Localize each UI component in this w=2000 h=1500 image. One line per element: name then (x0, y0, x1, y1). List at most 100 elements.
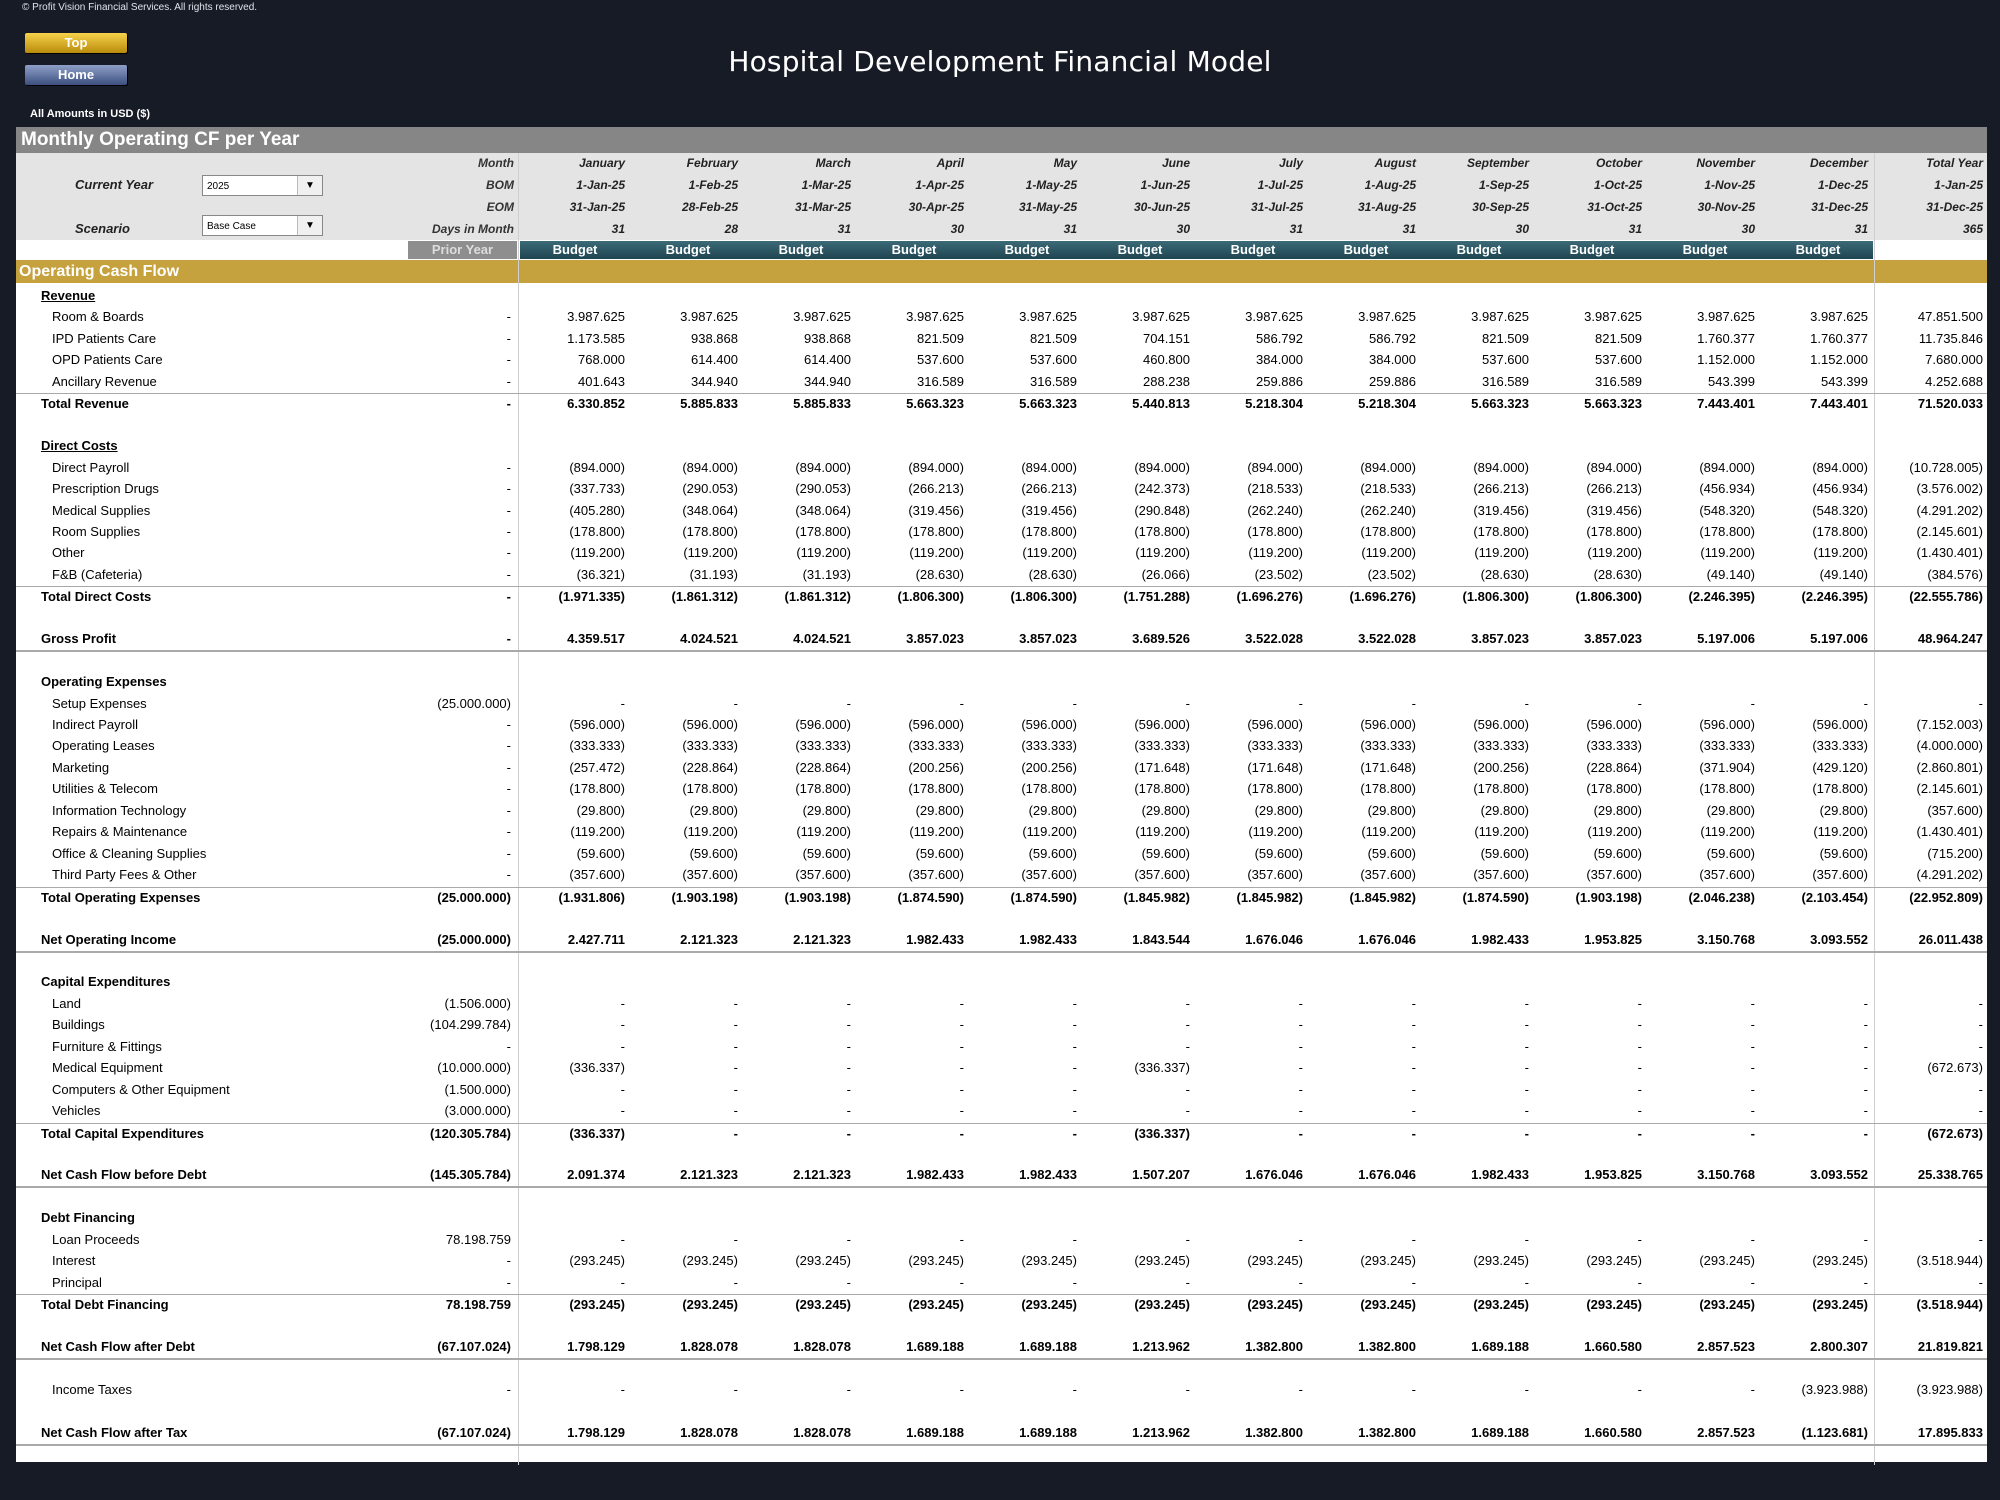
month-cell: 259.886 (1256, 373, 1303, 389)
total-year-cell: - (1978, 1103, 1983, 1119)
month-cell: (548.320) (1812, 502, 1868, 518)
month-cell: - (620, 695, 625, 711)
row-label: Prescription Drugs (52, 481, 159, 497)
prior-year-cell: - (506, 824, 511, 840)
month-cell: 3.987.625 (1358, 309, 1416, 325)
month-cell: (333.333) (1473, 738, 1529, 754)
blank-row (16, 908, 1987, 929)
days-header-cell: 31 (1402, 222, 1416, 236)
eom-header-cell: 30-Sep-25 (1472, 200, 1529, 214)
month-cell: (178.800) (1473, 523, 1529, 539)
month-cell: - (1411, 1381, 1416, 1397)
month-cell: - (1411, 1103, 1416, 1119)
month-cell: - (1298, 1038, 1303, 1054)
month-cell: (59.600) (1028, 845, 1077, 861)
month-cell: (1.845.982) (1236, 889, 1304, 905)
table-row: Repairs & Maintenance - (119.200) (119.200)… (16, 822, 1987, 843)
month-cell: (336.337) (1134, 1060, 1190, 1076)
prior-year-cell: (25.000.000) (437, 889, 511, 905)
month-cell: (119.200) (1361, 824, 1416, 840)
chevron-down-icon[interactable]: ▼ (297, 176, 322, 195)
current-year-select[interactable]: 2025 ▼ (202, 175, 323, 196)
month-cell: - (1411, 995, 1416, 1011)
month-cell: (31.193) (689, 566, 738, 582)
table-row: Medical Supplies - (405.280) (348.064) (348.… (16, 501, 1987, 522)
month-cell: (336.337) (569, 1125, 625, 1141)
month-cell: (119.200) (1022, 824, 1077, 840)
month-cell: (1.845.982) (1349, 889, 1417, 905)
month-cell: (29.800) (1141, 802, 1190, 818)
months-header-cell: April (936, 156, 964, 170)
row-label: Land (52, 995, 81, 1011)
month-row-label: Month (478, 156, 514, 170)
month-cell: 2.121.323 (680, 1167, 738, 1183)
month-cell: 1.382.800 (1358, 1339, 1416, 1355)
month-cell: (333.333) (1699, 738, 1755, 754)
month-cell: (290.053) (682, 481, 738, 497)
month-cell: - (846, 1038, 851, 1054)
month-cell: 704.151 (1143, 330, 1190, 346)
month-cell: (1.845.982) (1123, 889, 1191, 905)
row-label: Office & Cleaning Supplies (52, 845, 207, 861)
operating-cash-flow-header: Operating Cash Flow (16, 260, 1987, 283)
chevron-down-icon[interactable]: ▼ (297, 216, 322, 235)
table-row: Computers & Other Equipment (1.500.000) - -… (16, 1080, 1987, 1101)
month-cell: 6.330.852 (567, 396, 625, 412)
month-cell: 1.828.078 (793, 1339, 851, 1355)
month-cell: (59.600) (1141, 845, 1190, 861)
month-cell: 3.857.023 (906, 631, 964, 647)
month-cell: - (1185, 1103, 1190, 1119)
table-row: Buildings (104.299.784) - - - - - - - - - - - - - (16, 1015, 1987, 1036)
month-cell: - (1750, 1081, 1755, 1097)
bom-header-cell: 1-May-25 (1025, 178, 1077, 192)
month-cell: 2.857.523 (1697, 1424, 1755, 1440)
month-cell: 3.093.552 (1810, 1167, 1868, 1183)
month-cell: - (846, 1081, 851, 1097)
month-cell: (2.046.238) (1688, 889, 1756, 905)
month-cell: (348.064) (682, 502, 738, 518)
total-year-cell: - (1978, 695, 1983, 711)
month-cell: (242.373) (1134, 481, 1190, 497)
table-row: Operating Leases - (333.333) (333.333) (333.… (16, 736, 1987, 757)
month-cell: (59.600) (1819, 845, 1868, 861)
prior-year-cell: - (506, 481, 511, 497)
month-cell: (178.800) (569, 781, 625, 797)
month-cell: 821.509 (1030, 330, 1077, 346)
month-cell: (293.245) (682, 1253, 738, 1269)
currency-note: All Amounts in USD ($) (30, 108, 150, 120)
month-cell: - (620, 1103, 625, 1119)
month-cell: 3.987.625 (1132, 309, 1190, 325)
month-cell: (29.800) (1593, 802, 1642, 818)
month-cell: 3.987.625 (793, 309, 851, 325)
bom-header-cell: 1-Jan-25 (576, 178, 625, 192)
month-cell: (178.800) (1699, 523, 1755, 539)
row-label: Medical Supplies (52, 502, 151, 518)
month-cell: 3.522.028 (1245, 631, 1303, 647)
month-cell: 401.643 (578, 373, 625, 389)
month-cell: 3.150.768 (1697, 1167, 1755, 1183)
blank-row (16, 951, 1987, 972)
row-label: Total Capital Expenditures (41, 1125, 205, 1141)
month-cell: - (1637, 1060, 1642, 1076)
scenario-select[interactable]: Base Case ▼ (202, 215, 323, 236)
eom-row-label: EOM (486, 200, 514, 214)
month-cell: (178.800) (1586, 781, 1642, 797)
month-cell: (49.140) (1819, 566, 1868, 582)
table-row: Loan Proceeds 78.198.759 - - - - - - - - - - - - - (16, 1230, 1987, 1251)
month-cell: 5.663.323 (906, 396, 964, 412)
month-cell: - (846, 1060, 851, 1076)
month-cell: (29.800) (576, 802, 625, 818)
bom-header-cell: 1-Feb-25 (688, 178, 738, 192)
month-cell: - (1298, 1381, 1303, 1397)
month-cell: - (959, 1231, 964, 1247)
blank-row (16, 415, 1987, 436)
budget-label: Budget (1569, 242, 1615, 257)
prior-year-cell: (120.305.784) (430, 1125, 511, 1141)
month-cell: - (1072, 1081, 1077, 1097)
month-cell: (59.600) (576, 845, 625, 861)
row-label: Gross Profit (41, 631, 117, 647)
month-cell: - (959, 1060, 964, 1076)
budget-label: Budget (552, 242, 598, 257)
month-cell: 3.093.552 (1810, 931, 1868, 947)
month-cell: - (1524, 695, 1529, 711)
